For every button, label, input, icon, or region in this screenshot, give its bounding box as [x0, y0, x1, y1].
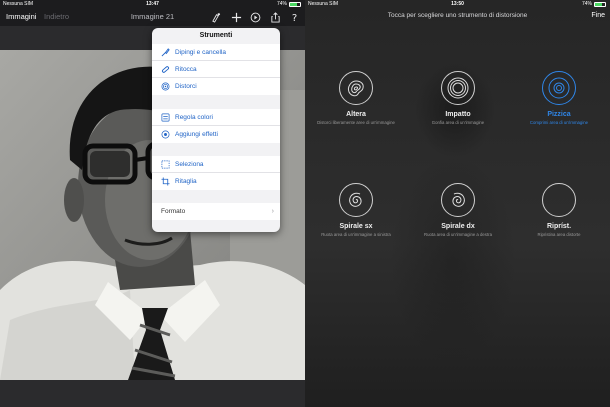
contour-icon — [339, 71, 373, 105]
tools-group-edit: Dipingi e cancella Ritocca Distorci — [152, 44, 280, 95]
swirl-icon — [160, 82, 170, 92]
tool-description: Ruota area di un'immagine a sinistra — [321, 232, 391, 237]
battery-percent: 74% — [581, 1, 592, 7]
right-screen: Nessuna SIM 13:50 74% Tocca per sceglier… — [305, 0, 610, 407]
status-bar: Nessuna SIM 13:50 74% — [305, 0, 610, 9]
distort-instructions: Tocca per scegliere uno strumento di dis… — [387, 12, 528, 19]
clock: 13:50 — [451, 1, 464, 7]
share-icon[interactable] — [268, 10, 282, 24]
menu-item-crop[interactable]: Ritaglia — [152, 173, 280, 190]
svg-text:?: ? — [291, 13, 296, 23]
menu-item-label: Ritaglia — [175, 178, 197, 185]
tool-ripristina[interactable]: Ripríst. Ripristina area distorte — [509, 183, 609, 237]
menu-item-label: Aggiungi effetti — [175, 131, 218, 138]
menu-item-label: Formato — [161, 208, 186, 215]
done-button[interactable]: Fine — [591, 12, 605, 19]
rings-icon — [441, 71, 475, 105]
tool-pizzica[interactable]: Pizzica Comprimi area di un'immagine — [509, 71, 609, 125]
spiral-right-icon — [441, 183, 475, 217]
spiral-left-icon — [339, 183, 373, 217]
left-screen: Nessuna SIM 13:47 74% Immagini Indietro … — [0, 0, 305, 407]
tool-name: Spirale sx — [339, 223, 373, 230]
battery-icon — [289, 1, 301, 7]
add-icon[interactable] — [229, 10, 243, 24]
menu-item-label: Distorci — [175, 83, 197, 90]
tool-description: Comprimi area di un'immagine — [529, 120, 589, 125]
tool-spirale-dx[interactable]: Spirale dx Ruota area di un'immagine a d… — [408, 183, 508, 237]
status-right: 74% — [277, 1, 301, 7]
help-icon[interactable]: ? — [287, 10, 301, 24]
clock: 13:47 — [146, 1, 159, 7]
restore-icon — [542, 183, 576, 217]
tool-impatto[interactable]: Impatto Gonfia area di un'immagine — [408, 71, 508, 125]
battery-percent: 74% — [276, 1, 287, 7]
effects-icon — [160, 130, 170, 140]
tool-name: Spirale dx — [441, 223, 475, 230]
tool-description: Ripristina area distorte — [537, 232, 581, 237]
menu-item-paint[interactable]: Dipingi e cancella — [152, 44, 280, 61]
sliders-icon — [160, 112, 170, 122]
crop-icon — [160, 177, 170, 187]
bandage-icon — [160, 64, 170, 74]
select-icon — [160, 159, 170, 169]
tools-group-select: Seleziona Ritaglia — [152, 156, 280, 190]
brush-icon — [160, 47, 170, 57]
menu-item-label: Regola colori — [175, 113, 213, 121]
status-right: 74% — [582, 1, 606, 7]
tool-name: Impatto — [445, 111, 471, 118]
menu-item-adjust-colors[interactable]: Regola colori — [152, 109, 280, 126]
tools-group-adjust: Regola colori Aggiungi effetti — [152, 109, 280, 143]
tool-description: Ruota area di un'immagine a destra — [424, 232, 492, 237]
tool-name: Pizzica — [547, 111, 571, 118]
pinch-icon — [542, 71, 576, 105]
chevron-right-icon: › — [271, 208, 274, 215]
tools-group-format: Formato › — [152, 203, 280, 220]
battery-icon — [594, 1, 606, 7]
play-icon[interactable] — [248, 10, 262, 24]
menu-item-format[interactable]: Formato › — [152, 203, 280, 220]
menu-item-label: Dipingi e cancella — [175, 48, 226, 56]
tool-altera[interactable]: Altera Distorci liberamente aree di un'i… — [306, 71, 406, 125]
menu-item-add-effects[interactable]: Aggiungi effetti — [152, 126, 280, 143]
tools-popover: Strumenti Dipingi e cancella Ritocca Dis… — [152, 28, 280, 232]
menu-item-distort[interactable]: Distorci — [152, 78, 280, 95]
bottom-bar — [0, 380, 305, 407]
tool-description: Gonfia area di un'immagine — [431, 120, 485, 125]
menu-item-select[interactable]: Seleziona — [152, 156, 280, 173]
top-toolbar: Immagini Indietro Immagine 21 ? — [0, 9, 305, 26]
menu-item-retouch[interactable]: Ritocca — [152, 61, 280, 78]
status-bar: Nessuna SIM 13:47 74% — [0, 0, 305, 9]
tools-brush-icon[interactable] — [209, 10, 223, 24]
tool-name: Altera — [346, 111, 366, 118]
tool-name: Ripríst. — [546, 223, 572, 230]
tool-description: Distorci liberamente aree di un'immagine — [317, 120, 395, 125]
menu-item-label: Seleziona — [175, 160, 204, 168]
popover-title: Strumenti — [199, 32, 233, 39]
tool-spirale-sx[interactable]: Spirale sx Ruota area di un'immagine a s… — [306, 183, 406, 237]
menu-item-label: Ritocca — [175, 65, 197, 73]
